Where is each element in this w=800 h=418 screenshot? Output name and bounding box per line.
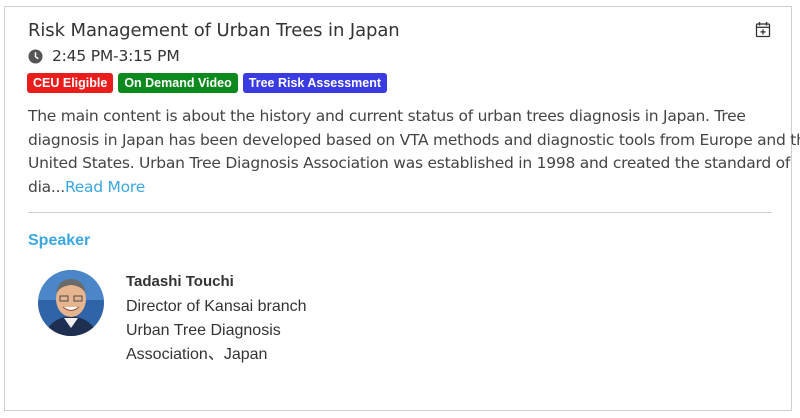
description-line: diagnosis in Japan has been developed ba… (28, 130, 800, 149)
divider (28, 212, 772, 213)
speaker-role: Director of Kansai branch Urban Tree Dia… (126, 295, 307, 367)
description-line: The main content is about the history an… (28, 107, 746, 125)
speaker-name: Tadashi Touchi (126, 273, 234, 290)
session-description: The main content is about the history an… (28, 105, 800, 200)
tag-ceu-eligible[interactable]: CEU Eligible (27, 73, 114, 93)
tag-on-demand-video[interactable]: On Demand Video (118, 73, 238, 93)
session-time-row: 2:45 PM-3:15 PM (28, 47, 180, 65)
description-line: United States. Urban Tree Diagnosis Asso… (28, 154, 791, 172)
description-truncated-text: dia... (28, 177, 65, 196)
clock-icon (28, 48, 43, 64)
speaker-heading: Speaker (28, 232, 91, 249)
speaker-role-line: Association、Japan (126, 346, 268, 363)
tag-tree-risk-assessment[interactable]: Tree Risk Assessment (242, 73, 388, 93)
calendar-plus-icon[interactable] (755, 21, 771, 38)
speaker-avatar (38, 270, 104, 336)
session-time: 2:45 PM-3:15 PM (52, 47, 180, 65)
session-card: Risk Management of Urban Trees in Japan … (4, 6, 800, 411)
session-tags: CEU Eligible On Demand Video Tree Risk A… (27, 73, 392, 93)
session-title: Risk Management of Urban Trees in Japan (28, 20, 400, 41)
read-more-link[interactable]: Read More (65, 178, 145, 196)
speaker-role-line: Director of Kansai branch (126, 298, 307, 315)
description-line-last: dia...Read More (28, 176, 776, 200)
speaker-role-line: Urban Tree Diagnosis (126, 322, 281, 339)
